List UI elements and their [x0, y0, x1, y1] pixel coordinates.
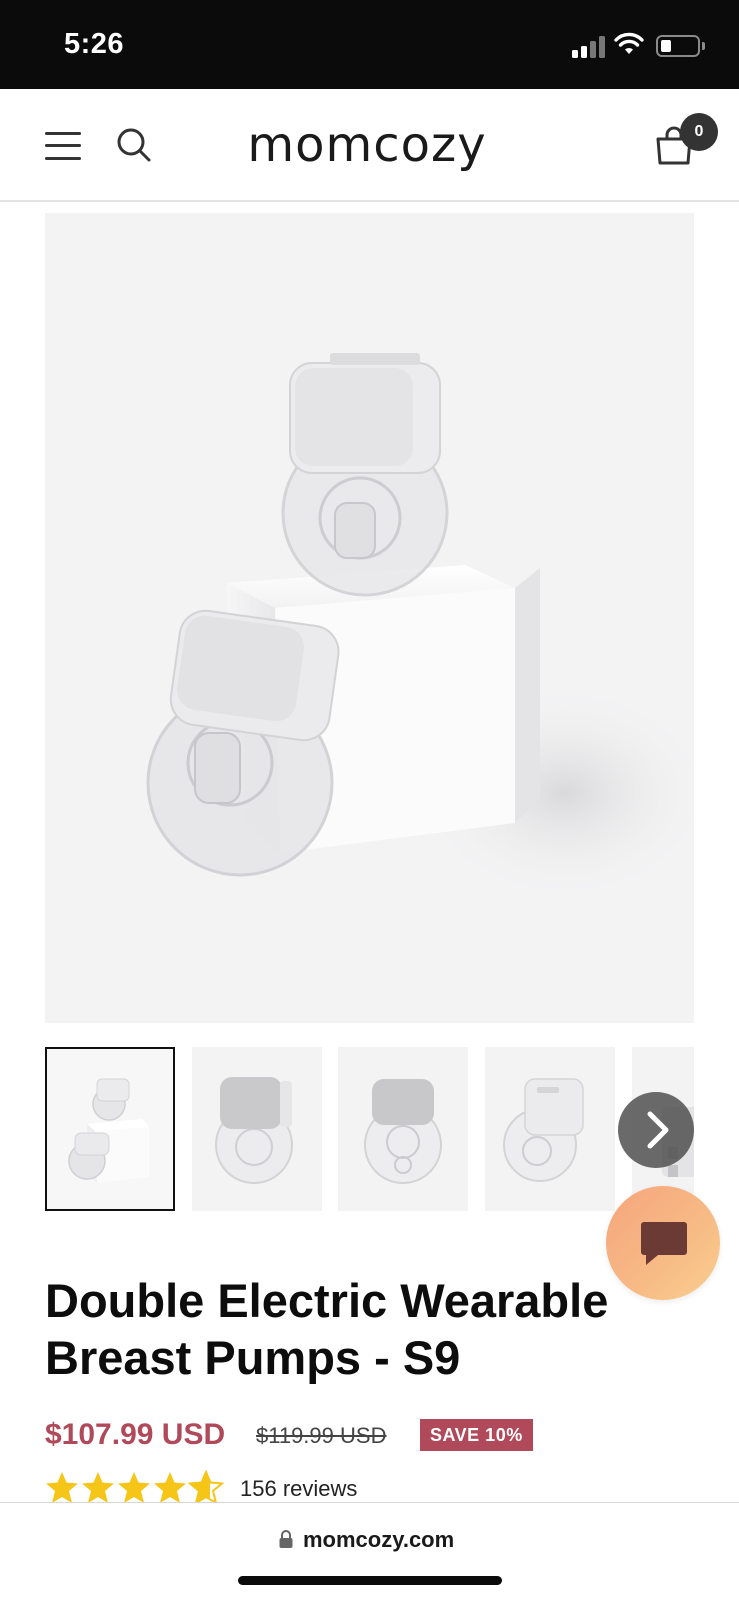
cart-count-badge[interactable]: 0: [680, 113, 718, 151]
search-icon[interactable]: [116, 127, 152, 163]
star-icon: [118, 1472, 150, 1503]
thumbnail-2[interactable]: [192, 1047, 322, 1211]
status-time: 5:26: [64, 28, 125, 60]
home-indicator[interactable]: [238, 1576, 502, 1585]
wifi-icon: [614, 32, 644, 54]
gallery-next-button[interactable]: [618, 1092, 694, 1168]
cellular-signal-icon: [572, 36, 606, 58]
status-bar: 5:26: [0, 0, 739, 89]
compare-at-price: $119.99 USD: [256, 1423, 387, 1448]
reviews-count-link[interactable]: 156 reviews: [240, 1474, 357, 1504]
thumbnail-4[interactable]: [485, 1047, 615, 1211]
battery-cap: [702, 42, 705, 50]
sale-price: $107.99 USD: [45, 1418, 226, 1451]
chat-bubble-icon: [641, 1222, 687, 1265]
star-icon: [154, 1472, 186, 1503]
rating-row: 156 reviews: [45, 1470, 695, 1506]
browser-url-bar[interactable]: momcozy.com: [0, 1502, 739, 1600]
price-row: $107.99 USD $119.99 USD SAVE 10%: [45, 1415, 695, 1455]
site-header: momcozy 0: [0, 89, 739, 202]
url-text[interactable]: momcozy.com: [303, 1525, 454, 1555]
chevron-right-icon: [647, 1111, 669, 1149]
live-chat-button[interactable]: [606, 1186, 720, 1300]
half-star-icon: [187, 1470, 225, 1506]
product-photo: [146, 353, 694, 903]
save-badge: SAVE 10%: [420, 1419, 533, 1451]
brand-logo[interactable]: momcozy: [232, 115, 502, 175]
star-rating[interactable]: [45, 1470, 225, 1506]
star-icon: [82, 1472, 114, 1503]
product-title: Double Electric Wearable Breast Pumps - …: [45, 1274, 609, 1384]
hamburger-menu-icon[interactable]: [45, 132, 81, 160]
main-product-image[interactable]: [45, 213, 694, 1023]
thumbnail-1[interactable]: [45, 1047, 175, 1211]
battery-icon: [656, 35, 700, 57]
thumbnail-strip: [45, 1047, 694, 1213]
thumbnail-3[interactable]: [338, 1047, 468, 1211]
star-icon: [46, 1472, 78, 1503]
lock-icon: [279, 1530, 293, 1548]
